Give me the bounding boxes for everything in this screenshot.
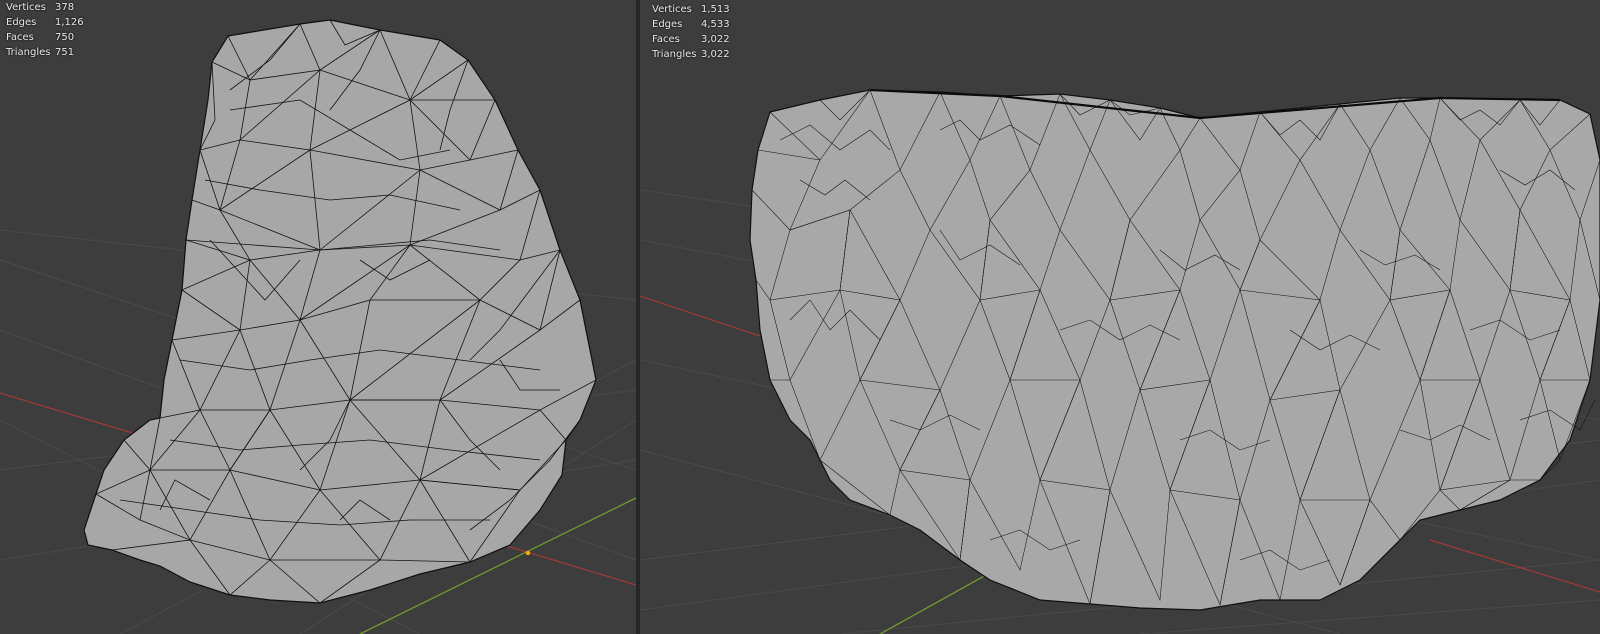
stat-value: 751 — [55, 47, 75, 58]
viewport-left-canvas[interactable] — [0, 0, 636, 634]
x-axis-line — [640, 295, 761, 337]
origin-point-icon[interactable] — [525, 550, 531, 556]
x-axis-line — [1429, 539, 1600, 593]
stat-label: Faces — [652, 34, 680, 45]
stat-row: Vertices 378 — [6, 0, 84, 15]
stat-label: Edges — [6, 17, 37, 28]
stat-row: Faces 750 — [6, 30, 84, 45]
stat-row: Triangles 3,022 — [652, 47, 730, 62]
stat-label: Faces — [6, 32, 34, 43]
stat-value: 1,513 — [701, 4, 730, 15]
viewport-left[interactable]: Vertices 378 Edges 1,126 Faces 750 Triangle… — [0, 0, 636, 634]
viewport-right-canvas[interactable] — [640, 0, 1600, 634]
viewport-right[interactable]: Vertices 1,513 Edges 4,533 Faces 3,022 Tria… — [640, 0, 1600, 634]
stat-row: Triangles 751 — [6, 45, 84, 60]
stat-value: 1,126 — [55, 17, 84, 28]
mesh-silhouette — [749, 89, 1600, 611]
stat-value: 750 — [55, 32, 75, 43]
stat-value: 3,022 — [701, 49, 730, 60]
stat-row: Edges 4,533 — [652, 17, 730, 32]
stat-label: Triangles — [652, 49, 697, 60]
blender-screen: Vertices 378 Edges 1,126 Faces 750 Triangle… — [0, 0, 1600, 634]
stat-label: Edges — [652, 19, 683, 30]
stats-overlay-left: Vertices 378 Edges 1,126 Faces 750 Triangle… — [6, 0, 84, 60]
stat-label: Vertices — [652, 4, 692, 15]
mesh-silhouette — [83, 19, 597, 604]
stat-row: Vertices 1,513 — [652, 2, 730, 17]
stat-row: Faces 3,022 — [652, 32, 730, 47]
low-poly-mesh[interactable] — [83, 19, 597, 604]
stat-value: 378 — [55, 2, 75, 13]
stat-value: 3,022 — [701, 34, 730, 45]
high-poly-mesh[interactable] — [749, 88, 1600, 611]
stat-label: Vertices — [6, 2, 46, 13]
stat-row: Edges 1,126 — [6, 15, 84, 30]
stat-label: Triangles — [6, 47, 51, 58]
stat-value: 4,533 — [701, 19, 730, 30]
stats-overlay-right: Vertices 1,513 Edges 4,533 Faces 3,022 Tria… — [652, 2, 730, 62]
